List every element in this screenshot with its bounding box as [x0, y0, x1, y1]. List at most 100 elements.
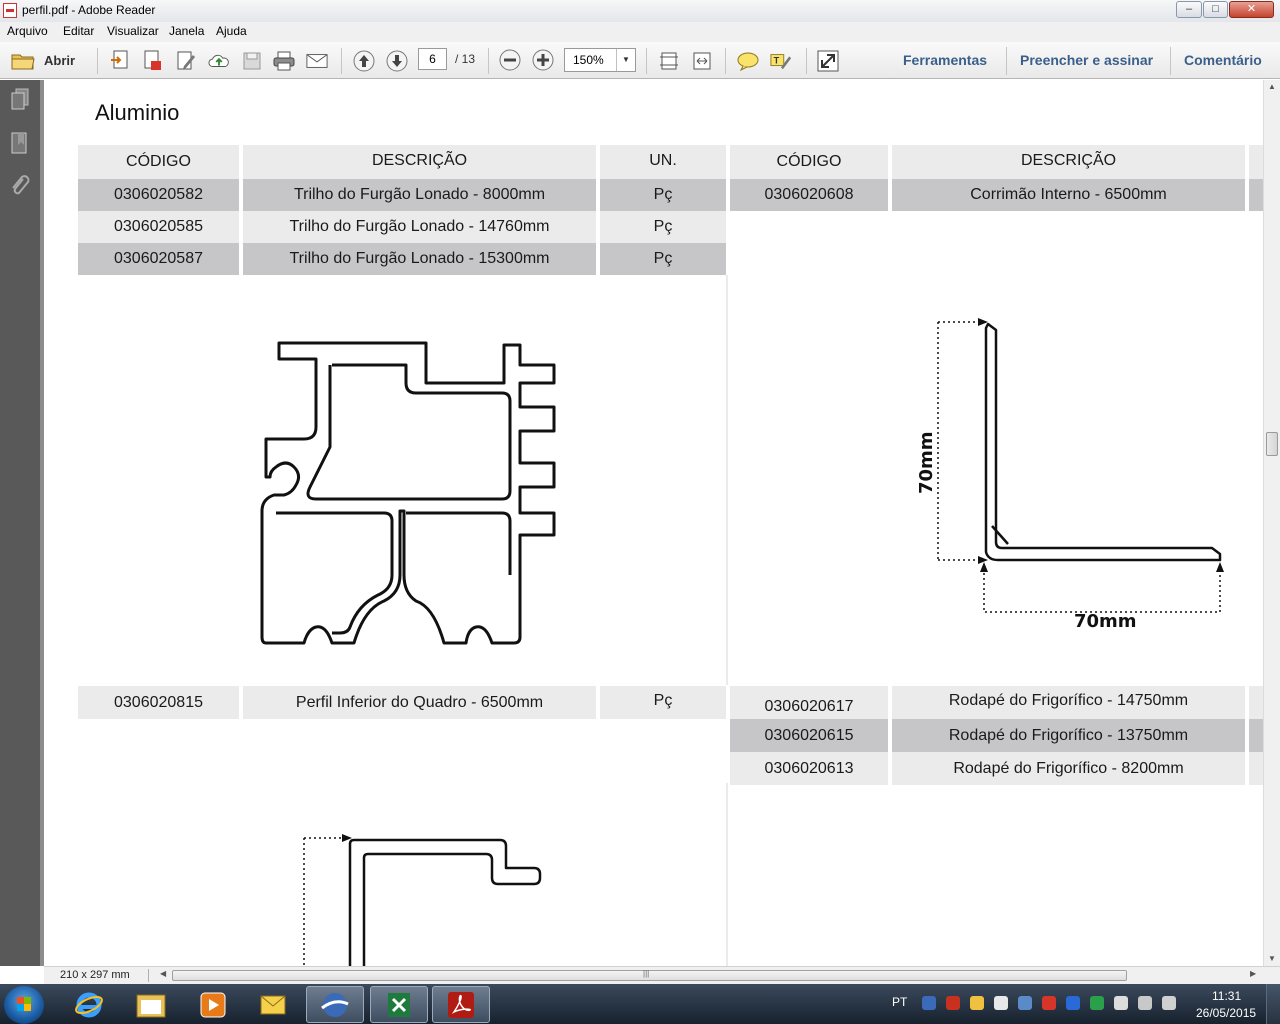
- edit-pdf-icon[interactable]: [175, 50, 197, 72]
- save-icon[interactable]: [241, 50, 263, 72]
- start-button[interactable]: [4, 986, 44, 1024]
- menu-arquivo[interactable]: Arquivo: [7, 24, 48, 38]
- page-total: / 13: [455, 52, 476, 66]
- fullscreen-icon[interactable]: [817, 50, 839, 72]
- toolbar-separator: [488, 48, 489, 74]
- toolbar-separator: [97, 48, 98, 74]
- header-unit-clipped: [1249, 145, 1263, 179]
- scroll-down-icon[interactable]: ▼: [1268, 954, 1276, 963]
- sync-tray-icon[interactable]: [1090, 996, 1104, 1010]
- upload-cloud-icon[interactable]: [208, 50, 230, 72]
- email-icon[interactable]: [306, 50, 328, 72]
- table-cell-code: 0306020815: [78, 686, 239, 719]
- page-title: Aluminio: [95, 100, 180, 125]
- action-center-flag-icon[interactable]: [1114, 996, 1128, 1010]
- header-description: DESCRIÇÃO: [892, 145, 1245, 179]
- bookmarks-icon[interactable]: [10, 132, 30, 156]
- outlook-icon[interactable]: [244, 986, 302, 1023]
- column-divider: [726, 783, 728, 966]
- language-indicator[interactable]: PT: [892, 995, 907, 1009]
- zoom-select[interactable]: 150% ▼: [564, 48, 636, 72]
- media-player-icon[interactable]: [184, 986, 242, 1023]
- vpn-icon[interactable]: [306, 986, 364, 1023]
- close-button[interactable]: ✕: [1229, 1, 1274, 18]
- previous-page-icon[interactable]: [353, 50, 375, 72]
- scroll-up-icon[interactable]: ▲: [1268, 82, 1276, 91]
- scroll-left-icon[interactable]: ◀: [160, 969, 166, 978]
- chevron-down-icon[interactable]: ▼: [616, 49, 635, 71]
- zoom-out-icon[interactable]: [499, 49, 521, 71]
- table-cell-description: Trilho do Furgão Lonado - 15300mm: [243, 243, 596, 275]
- app-tray-icon[interactable]: [946, 996, 960, 1010]
- mail-tray-icon[interactable]: [994, 996, 1008, 1010]
- rail-profile-drawing: [260, 341, 556, 645]
- menu-ajuda[interactable]: Ajuda: [216, 24, 247, 38]
- taskbar: PT 11:31 26/05/2015: [0, 984, 1280, 1024]
- table-cell-description: Perfil Inferior do Quadro - 6500mm: [243, 686, 596, 719]
- open-folder-icon[interactable]: [10, 50, 36, 72]
- zoom-in-icon[interactable]: [532, 49, 554, 71]
- status-bar: 210 x 297 mm ◀ ||| ▶: [44, 966, 1280, 984]
- scrollbar-thumb[interactable]: [1266, 432, 1278, 456]
- header-description: DESCRIÇÃO: [243, 145, 596, 179]
- ie-icon[interactable]: [60, 986, 118, 1023]
- table-cell-unit: Pç: [600, 211, 726, 243]
- create-pdf-icon[interactable]: [108, 50, 130, 72]
- toolbar-separator: [646, 48, 647, 74]
- show-desktop-button[interactable]: [1266, 984, 1280, 1024]
- open-button-label[interactable]: Abrir: [44, 53, 75, 68]
- menu-visualizar[interactable]: Visualizar: [107, 24, 159, 38]
- window-title: perfil.pdf - Adobe Reader: [22, 3, 156, 17]
- clock-time[interactable]: 11:31: [1212, 989, 1241, 1003]
- network-sharing-tray-icon[interactable]: [1018, 996, 1032, 1010]
- alert-tray-icon[interactable]: [1042, 996, 1056, 1010]
- maximize-button[interactable]: □: [1203, 1, 1228, 18]
- attachment-paperclip-icon[interactable]: [10, 174, 30, 198]
- fit-page-icon[interactable]: [658, 50, 680, 72]
- menu-editar[interactable]: Editar: [63, 24, 94, 38]
- network-tray-icon[interactable]: [922, 996, 936, 1010]
- fill-sign-panel-link[interactable]: Preencher e assinar: [1020, 52, 1153, 68]
- header-code: CÓDIGO: [730, 145, 888, 179]
- next-page-icon[interactable]: [386, 50, 408, 72]
- table-cell-code: 0306020608: [730, 179, 888, 211]
- scroll-right-icon[interactable]: ▶: [1250, 969, 1256, 978]
- toolbar-separator: [806, 48, 807, 74]
- security-tray-icon[interactable]: [1066, 996, 1080, 1010]
- clock-date[interactable]: 26/05/2015: [1196, 1006, 1256, 1020]
- outlook-tray-icon[interactable]: [970, 996, 984, 1010]
- horizontal-scrollbar-thumb[interactable]: |||: [172, 969, 1127, 981]
- export-pdf-icon[interactable]: [141, 50, 163, 72]
- excel-icon[interactable]: [370, 986, 428, 1023]
- table-cell-unit-clipped: [1249, 752, 1263, 785]
- monitor-tray-icon[interactable]: [1138, 996, 1152, 1010]
- adobe-reader-icon[interactable]: [432, 986, 490, 1023]
- toolbar-separator: [341, 48, 342, 74]
- comment-bubble-icon[interactable]: [737, 50, 759, 72]
- table-cell-unit-clipped: [1249, 179, 1263, 211]
- menu-bar: Arquivo Editar Visualizar Janela Ajuda: [0, 22, 1280, 42]
- windows-logo-icon: [17, 997, 31, 1011]
- document-page: Aluminio CÓDIGO DESCRIÇÃO UN. 0306020582…: [44, 80, 1263, 966]
- explorer-icon[interactable]: [122, 986, 180, 1023]
- comment-panel-link[interactable]: Comentário: [1184, 52, 1262, 68]
- panel-separator: [1006, 47, 1007, 75]
- table-cell-description: Rodapé do Frigorífico - 14750mm: [892, 686, 1245, 719]
- vertical-scrollbar[interactable]: ▲ ▼: [1263, 80, 1280, 966]
- table-cell-code: 0306020582: [78, 179, 239, 211]
- grip-icon: |||: [643, 969, 650, 978]
- volume-icon[interactable]: [1162, 996, 1176, 1010]
- status-separator: [148, 969, 149, 982]
- page-thumbnails-icon[interactable]: [10, 88, 30, 112]
- page-size-label: 210 x 297 mm: [60, 969, 130, 981]
- table-cell-description: Rodapé do Frigorífico - 8200mm: [892, 752, 1245, 785]
- pdf-file-icon: [3, 3, 17, 18]
- toolbar-separator: [725, 48, 726, 74]
- tools-panel-link[interactable]: Ferramentas: [903, 52, 987, 68]
- fit-width-icon[interactable]: [691, 50, 713, 72]
- highlight-text-icon[interactable]: T: [770, 50, 792, 72]
- menu-janela[interactable]: Janela: [169, 24, 204, 38]
- minimize-button[interactable]: –: [1176, 1, 1202, 18]
- print-icon[interactable]: [273, 50, 295, 72]
- page-number-input[interactable]: 6: [418, 48, 447, 70]
